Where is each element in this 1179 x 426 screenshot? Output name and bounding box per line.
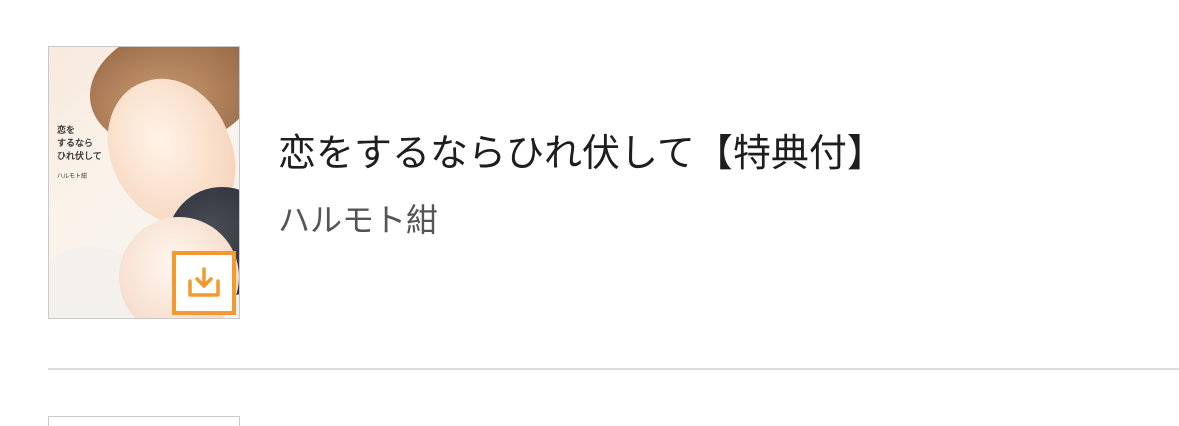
cover-title-line-2: するなら bbox=[57, 139, 94, 149]
book-list-item[interactable]: 恋を するなら ひれ伏して ハルモト紺 恋をするならひれ伏して【特典付】 ハルモ… bbox=[0, 0, 1179, 370]
download-button[interactable] bbox=[172, 251, 236, 315]
download-icon bbox=[188, 267, 220, 297]
book-author[interactable]: ハルモト紺 bbox=[278, 198, 438, 242]
cover-title-line-3: ひれ伏して bbox=[57, 152, 102, 162]
next-book-cover-partial[interactable] bbox=[48, 416, 240, 426]
book-title[interactable]: 恋をするならひれ伏して【特典付】 bbox=[278, 128, 885, 178]
cover-title-line-1: 恋を bbox=[57, 126, 76, 136]
cover-title-text: 恋を するなら ひれ伏して bbox=[57, 125, 127, 164]
list-divider bbox=[48, 368, 1179, 370]
cover-author-text: ハルモト紺 bbox=[57, 173, 88, 180]
